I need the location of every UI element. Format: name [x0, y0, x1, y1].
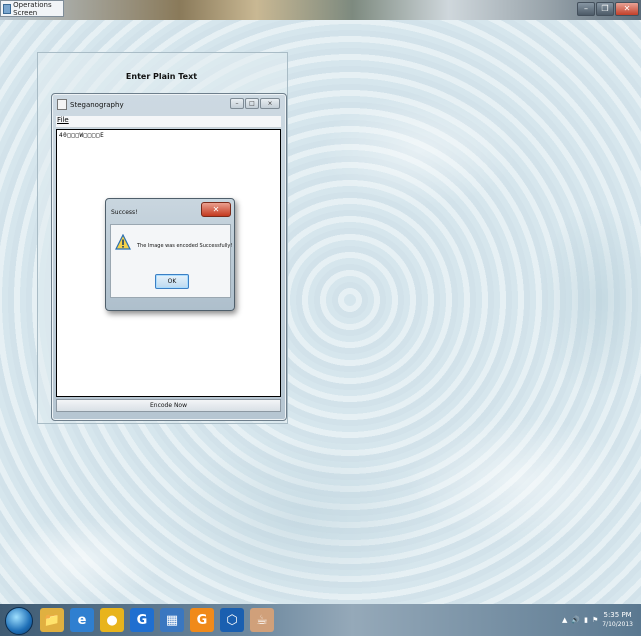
minimize-button[interactable]: –: [577, 2, 595, 16]
taskbar-clock[interactable]: 5:35 PM 7/10/2013: [602, 610, 633, 630]
plain-text-content: 40□□□W□□□□E: [59, 132, 105, 139]
dialog-message: The Image was encoded Successfully!: [137, 243, 233, 249]
steganography-app-icon: [57, 99, 67, 110]
taskbar: 📁 e ● G ▦ G ⬡ ☕ ▲ 🔊 ▮ ⚑ 5:35 PM 7/10/2013: [0, 604, 641, 636]
dialog-close-button[interactable]: ✕: [201, 202, 231, 217]
g-app-icon[interactable]: G: [130, 608, 154, 632]
volume-icon[interactable]: 🔊: [571, 616, 580, 624]
java-icon[interactable]: ☕: [250, 608, 274, 632]
clock-date: 7/10/2013: [602, 621, 633, 628]
steganography-title: Steganography: [70, 100, 124, 109]
enter-plain-text-label: Enter Plain Text: [125, 72, 198, 81]
flag-icon[interactable]: ⚑: [592, 616, 598, 624]
system-tray: ▲ 🔊 ▮ ⚑ 5:35 PM 7/10/2013: [562, 604, 633, 636]
network-icon[interactable]: ▮: [584, 616, 588, 624]
steganography-window-controls: – □ ⨯: [230, 98, 280, 109]
outer-window-controls: – ❐ ✕: [577, 2, 639, 16]
menu-file[interactable]: File: [57, 116, 69, 124]
tray-expand-icon[interactable]: ▲: [562, 616, 567, 624]
ok-button[interactable]: OK: [155, 274, 189, 289]
orange-g-icon[interactable]: G: [190, 608, 214, 632]
virtualbox-icon[interactable]: ⬡: [220, 608, 244, 632]
explorer-icon[interactable]: 📁: [40, 608, 64, 632]
dialog-body: The Image was encoded Successfully! OK: [110, 224, 233, 298]
steganography-titlebar: Steganography: [57, 99, 124, 110]
calculator-icon[interactable]: ▦: [160, 608, 184, 632]
close-button[interactable]: ✕: [615, 2, 639, 16]
start-button[interactable]: [5, 607, 33, 635]
warning-icon: [115, 234, 131, 250]
encode-now-button[interactable]: Encode Now: [56, 399, 281, 412]
ie-icon[interactable]: e: [70, 608, 94, 632]
outer-window-titlebar: Operations Screen – ❐ ✕: [0, 0, 641, 20]
outer-window-title: Operations Screen: [13, 0, 52, 17]
clock-time: 5:35 PM: [603, 611, 632, 619]
success-dialog: Success! ✕ The Image was encoded Success…: [105, 198, 235, 311]
steg-close-button[interactable]: ⨯: [260, 98, 280, 109]
menu-bar: File: [56, 116, 281, 128]
outer-window-tab[interactable]: Operations Screen: [0, 0, 64, 17]
steg-minimize-button[interactable]: –: [230, 98, 244, 109]
dialog-title: Success!: [111, 209, 138, 216]
chrome-icon[interactable]: ●: [100, 608, 124, 632]
steg-maximize-button[interactable]: □: [245, 98, 259, 109]
app-icon: [3, 3, 12, 14]
restore-button[interactable]: ❐: [596, 2, 614, 16]
